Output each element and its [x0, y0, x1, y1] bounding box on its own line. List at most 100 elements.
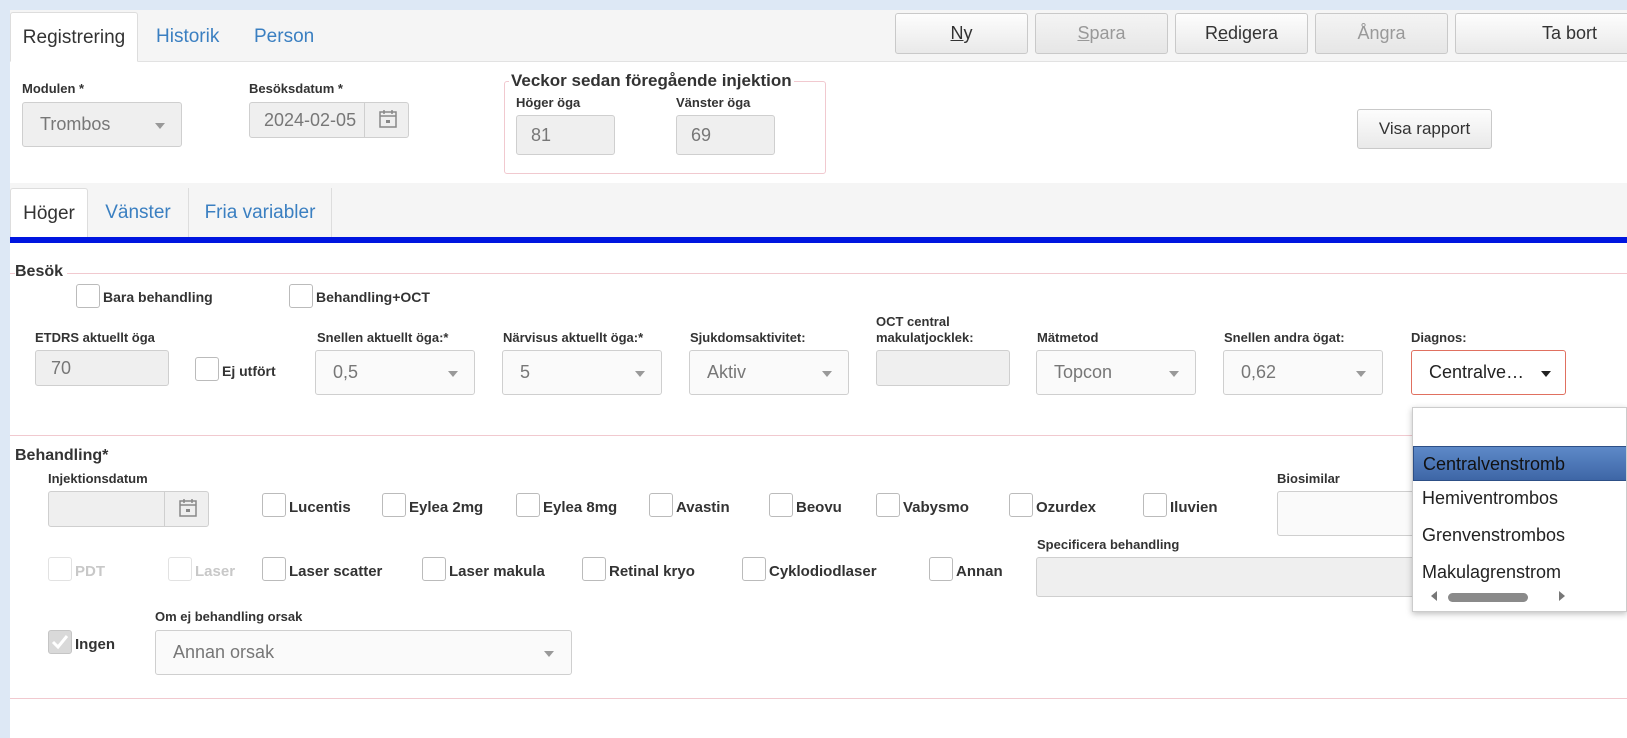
injektionsdatum-field[interactable]	[48, 491, 209, 527]
annan-checkbox[interactable]	[929, 557, 953, 581]
retinal-kryo-label: Retinal kryo	[609, 563, 695, 580]
etdrs-label: ETDRS aktuellt öga	[35, 330, 155, 345]
chevron-down-icon	[155, 122, 165, 129]
avastin-checkbox[interactable]	[649, 493, 673, 517]
diagnos-dropdown: Centralvenstromb Hemiventrombos Grenvens…	[1412, 407, 1627, 612]
vanster-oga-label: Vänster öga	[676, 95, 751, 110]
tab-hoger[interactable]: Höger	[10, 188, 88, 238]
avastin-label: Avastin	[676, 499, 730, 516]
diagnos-option-3[interactable]: Grenvenstrombos	[1413, 518, 1626, 553]
redigera-button[interactable]: Redigera	[1175, 13, 1308, 54]
bottom-fieldset-border	[10, 698, 1627, 699]
ny-label-rest: y	[963, 23, 973, 43]
hoger-oga-label: Höger öga	[516, 95, 581, 110]
narvisus-label: Närvisus aktuellt öga:*	[503, 330, 644, 345]
retinal-kryo-checkbox[interactable]	[582, 557, 606, 581]
calendar-icon[interactable]	[164, 492, 209, 526]
snellen-andra-value: 0,62	[1241, 362, 1277, 382]
lucentis-checkbox[interactable]	[262, 493, 286, 517]
snellen-value: 0,5	[333, 362, 359, 382]
eylea-2mg-checkbox[interactable]	[382, 493, 406, 517]
vabysmo-checkbox[interactable]	[876, 493, 900, 517]
hoger-oga-field: 81	[516, 115, 615, 155]
laser-label: Laser	[195, 563, 236, 580]
diagnos-option-4[interactable]: Makulagrenstrom	[1413, 555, 1626, 590]
diagnos-select[interactable]: Centralve…	[1411, 350, 1566, 395]
pdt-label: PDT	[75, 563, 105, 580]
chevron-down-icon	[1356, 370, 1366, 377]
cyklodiodlaser-checkbox[interactable]	[742, 557, 766, 581]
laser-makula-label: Laser makula	[449, 563, 545, 580]
tab-registrering[interactable]: Registrering	[10, 12, 138, 62]
injektionsdatum-label: Injektionsdatum	[48, 471, 148, 486]
scroll-left-icon[interactable]	[1431, 591, 1437, 601]
snellen-andra-select[interactable]: 0,62	[1223, 350, 1383, 395]
tab-fria-variabler[interactable]: Fria variabler	[189, 188, 332, 238]
tab-historik[interactable]: Historik	[156, 12, 219, 62]
weeks-title: Veckor sedan föregående injektion	[509, 71, 794, 91]
vabysmo-label: Vabysmo	[903, 499, 969, 516]
chevron-down-icon	[1541, 370, 1551, 377]
spara-button[interactable]: Spara	[1035, 13, 1168, 54]
laser-makula-checkbox[interactable]	[422, 557, 446, 581]
diagnos-option-1[interactable]: Centralvenstromb	[1413, 446, 1626, 481]
angra-button[interactable]: Ångra	[1315, 13, 1448, 54]
ny-button[interactable]: Ny	[895, 13, 1028, 54]
laser-checkbox[interactable]	[168, 557, 192, 581]
ta-bort-button[interactable]: Ta bort	[1455, 13, 1627, 54]
laser-scatter-checkbox[interactable]	[262, 557, 286, 581]
vanster-oga-field: 69	[676, 115, 775, 155]
modulen-select[interactable]: Trombos	[22, 102, 182, 147]
tab-vanster[interactable]: Vänster	[88, 188, 189, 238]
eylea-2mg-label: Eylea 2mg	[409, 499, 484, 516]
horizontal-scrollbar[interactable]	[1423, 588, 1618, 606]
besoksdatum-label: Besöksdatum *	[249, 81, 343, 96]
iluvien-checkbox[interactable]	[1143, 493, 1167, 517]
diagnos-label: Diagnos:	[1411, 330, 1467, 345]
behandling-oct-checkbox[interactable]	[289, 284, 313, 308]
ingen-checkbox[interactable]	[48, 630, 72, 654]
narvisus-select[interactable]: 5	[502, 350, 662, 395]
besok-legend: Besök	[15, 263, 68, 281]
oct-label-line1: OCT central	[876, 314, 950, 329]
accent-bar	[10, 237, 1627, 243]
om-ej-label: Om ej behandling orsak	[155, 609, 303, 624]
ej-utfort-label: Ej utfört	[222, 363, 276, 379]
ej-utfort-checkbox[interactable]	[195, 357, 219, 381]
redigera-label-rest: digera	[1227, 23, 1279, 43]
chevron-down-icon	[1169, 370, 1179, 377]
laser-scatter-label: Laser scatter	[289, 563, 383, 580]
eylea-8mg-checkbox[interactable]	[516, 493, 540, 517]
sjukdomsaktivitet-select[interactable]: Aktiv	[689, 350, 849, 395]
chevron-down-icon	[448, 370, 458, 377]
vanster-oga-value: 69	[691, 124, 712, 145]
spara-label-key: S	[1077, 23, 1090, 43]
pdt-checkbox[interactable]	[48, 557, 72, 581]
bara-behandling-checkbox[interactable]	[76, 284, 100, 308]
eylea-8mg-label: Eylea 8mg	[543, 499, 618, 516]
beovu-checkbox[interactable]	[769, 493, 793, 517]
calendar-icon[interactable]	[364, 103, 409, 137]
ozurdex-checkbox[interactable]	[1009, 493, 1033, 517]
visa-rapport-button[interactable]: Visa rapport	[1357, 109, 1492, 149]
besoksdatum-field[interactable]: 2024-02-05	[249, 102, 409, 138]
cyklodiodlaser-label: Cyklodiodlaser	[769, 563, 877, 580]
matmetod-select[interactable]: Topcon	[1036, 350, 1196, 395]
diagnos-option-2[interactable]: Hemiventrombos	[1413, 481, 1626, 516]
tab-person[interactable]: Person	[254, 12, 314, 62]
oct-field[interactable]	[876, 350, 1010, 386]
etdrs-field[interactable]: 70	[35, 350, 169, 386]
hoger-oga-value: 81	[531, 124, 552, 145]
matmetod-value: Topcon	[1054, 362, 1113, 382]
om-ej-select[interactable]: Annan orsak	[155, 630, 572, 675]
scrollbar-thumb[interactable]	[1448, 593, 1528, 602]
besoksdatum-value: 2024-02-05	[264, 109, 357, 130]
iluvien-label: Iluvien	[1170, 499, 1218, 516]
chevron-down-icon	[635, 370, 645, 377]
snellen-select[interactable]: 0,5	[315, 350, 475, 395]
ozurdex-label: Ozurdex	[1036, 499, 1097, 516]
check-icon	[51, 635, 69, 650]
chevron-down-icon	[822, 370, 832, 377]
scroll-right-icon[interactable]	[1559, 591, 1565, 601]
redigera-label-prefix: R	[1204, 23, 1218, 43]
